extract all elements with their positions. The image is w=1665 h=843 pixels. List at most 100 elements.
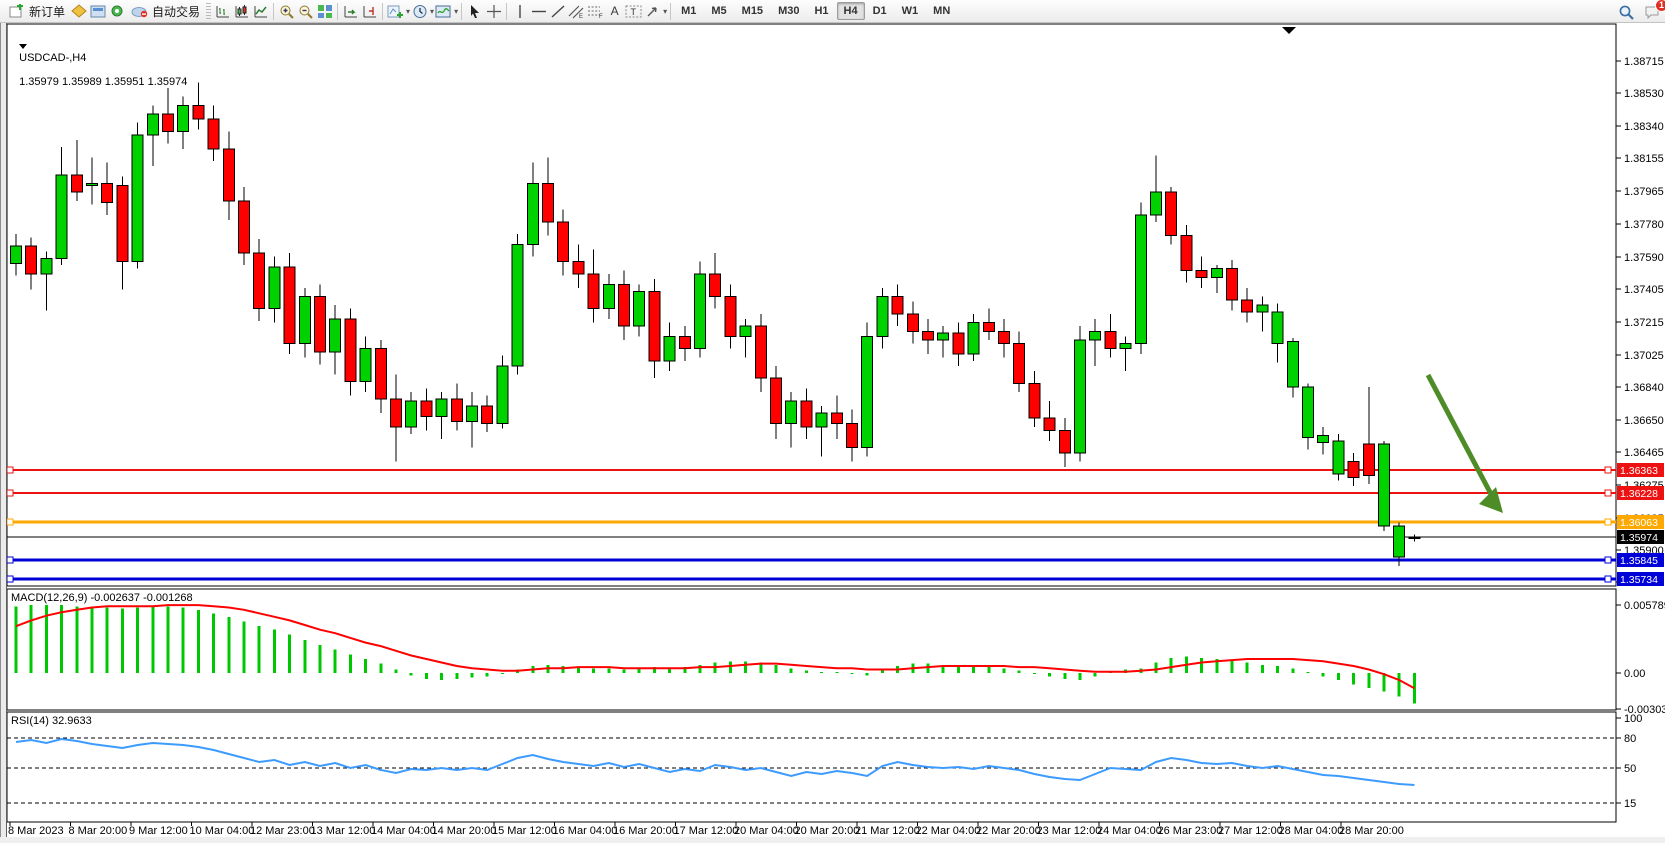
svg-text:1.36650: 1.36650	[1624, 415, 1664, 427]
new-order-button[interactable]: 新订单	[3, 1, 69, 21]
tile-windows-icon[interactable]	[315, 2, 334, 20]
timeframe-button-h4[interactable]: H4	[837, 2, 865, 20]
candlestick-chart-icon[interactable]	[232, 2, 251, 20]
macd-bar	[243, 622, 246, 673]
data-window-icon[interactable]	[88, 2, 107, 20]
candle	[588, 274, 599, 309]
arrows-tool-icon[interactable]	[643, 2, 662, 20]
new-order-label: 新订单	[29, 3, 65, 20]
candle	[664, 336, 675, 360]
text-label-tool-icon[interactable]: T	[624, 2, 643, 20]
notification-badge[interactable]: 1	[1655, 0, 1665, 12]
candle	[527, 184, 538, 245]
indicators-icon[interactable]	[386, 2, 405, 20]
candle	[223, 149, 234, 201]
svg-text:1.36840: 1.36840	[1624, 382, 1664, 394]
templates-dropdown-arrow[interactable]: ▾	[454, 7, 458, 16]
macd-bar	[1307, 672, 1310, 673]
macd-bar	[927, 664, 930, 673]
timeframe-button-h1[interactable]: H1	[807, 2, 835, 20]
timeframe-button-m5[interactable]: M5	[704, 2, 733, 20]
candle	[649, 291, 660, 361]
candle	[968, 323, 979, 354]
svg-text:1.36465: 1.36465	[1624, 447, 1664, 459]
candle	[1090, 331, 1101, 340]
candle	[1196, 270, 1207, 277]
macd-bar	[1170, 658, 1173, 673]
candle	[603, 284, 614, 308]
templates-icon[interactable]	[434, 2, 453, 20]
horizontal-line-tool-icon[interactable]	[529, 2, 548, 20]
candle	[117, 185, 128, 261]
channel-tool-icon[interactable]: E	[567, 2, 586, 20]
window-left-edge	[0, 23, 7, 843]
fibonacci-tool-icon[interactable]: F	[586, 2, 605, 20]
candle	[345, 319, 356, 382]
search-icon[interactable]	[1617, 3, 1636, 21]
svg-text:0.00: 0.00	[1624, 668, 1645, 680]
timeframe-button-mn[interactable]: MN	[926, 2, 957, 20]
macd-bar	[364, 659, 367, 673]
auto-scroll-icon[interactable]	[341, 2, 360, 20]
macd-bar	[334, 650, 337, 673]
svg-text:80: 80	[1624, 733, 1636, 745]
ohlc-readout: 1.35979 1.35989 1.35951 1.35974	[19, 76, 187, 88]
cursor-icon[interactable]	[465, 2, 484, 20]
candle	[132, 135, 143, 262]
toolbar-separator	[382, 3, 383, 20]
candle	[1151, 192, 1162, 215]
timeframe-button-m15[interactable]: M15	[735, 2, 770, 20]
macd-bar	[379, 664, 382, 673]
line-handle	[7, 576, 13, 582]
chart-shift-icon[interactable]	[360, 2, 379, 20]
candle	[375, 349, 386, 399]
symbol-dropdown-icon[interactable]	[19, 44, 27, 49]
svg-text:1.37025: 1.37025	[1624, 350, 1664, 362]
macd-bar	[258, 626, 261, 673]
candle	[831, 413, 842, 423]
timeframe-button-m1[interactable]: M1	[674, 2, 703, 20]
macd-bar	[1322, 673, 1325, 677]
candle	[786, 401, 797, 424]
candle	[391, 399, 402, 427]
timeframe-button-w1[interactable]: W1	[895, 2, 926, 20]
price-chart[interactable]: 1.387151.385301.383401.381551.379651.377…	[0, 0, 1665, 843]
bar-chart-icon[interactable]	[213, 2, 232, 20]
macd-bar	[1337, 673, 1340, 680]
zoom-out-icon[interactable]	[296, 2, 315, 20]
line-handle	[7, 557, 13, 563]
signals-icon[interactable]	[107, 2, 126, 20]
svg-text:21 Mar 12:00: 21 Mar 12:00	[855, 825, 920, 837]
periods-clock-icon[interactable]	[410, 2, 429, 20]
candle	[436, 399, 447, 416]
vertical-line-tool-icon[interactable]	[510, 2, 529, 20]
candle	[1120, 343, 1131, 348]
line-chart-icon[interactable]	[251, 2, 270, 20]
line-handle	[1605, 519, 1611, 525]
macd-bar	[775, 665, 778, 673]
svg-text:14 Mar 04:00: 14 Mar 04:00	[371, 825, 436, 837]
macd-bar	[1003, 668, 1006, 673]
text-tool-icon[interactable]: A	[605, 2, 624, 20]
crosshair-icon[interactable]	[484, 2, 503, 20]
timeframe-button-d1[interactable]: D1	[866, 2, 894, 20]
macd-bar	[440, 673, 443, 680]
market-watch-icon[interactable]	[69, 2, 88, 20]
candle	[1272, 312, 1283, 343]
candle	[619, 284, 630, 326]
macd-bar	[410, 673, 413, 675]
svg-text:20 Mar 20:00: 20 Mar 20:00	[795, 825, 860, 837]
candle	[239, 201, 250, 253]
timeframe-button-m30[interactable]: M30	[771, 2, 806, 20]
macd-bar	[835, 672, 838, 673]
notifications-icon[interactable]: 1	[1642, 3, 1661, 21]
macd-bar	[75, 606, 78, 673]
svg-text:1.37965: 1.37965	[1624, 186, 1664, 198]
zoom-in-icon[interactable]	[277, 2, 296, 20]
chart-shift-marker[interactable]	[1282, 27, 1296, 34]
auto-trading-button[interactable]: 自动交易	[126, 1, 204, 21]
arrows-dropdown-arrow[interactable]: ▾	[663, 7, 667, 16]
svg-text:22 Mar 20:00: 22 Mar 20:00	[976, 825, 1041, 837]
trendline-tool-icon[interactable]	[548, 2, 567, 20]
timeframe-bar: M1M5M15M30H1H4D1W1MN	[674, 2, 957, 20]
